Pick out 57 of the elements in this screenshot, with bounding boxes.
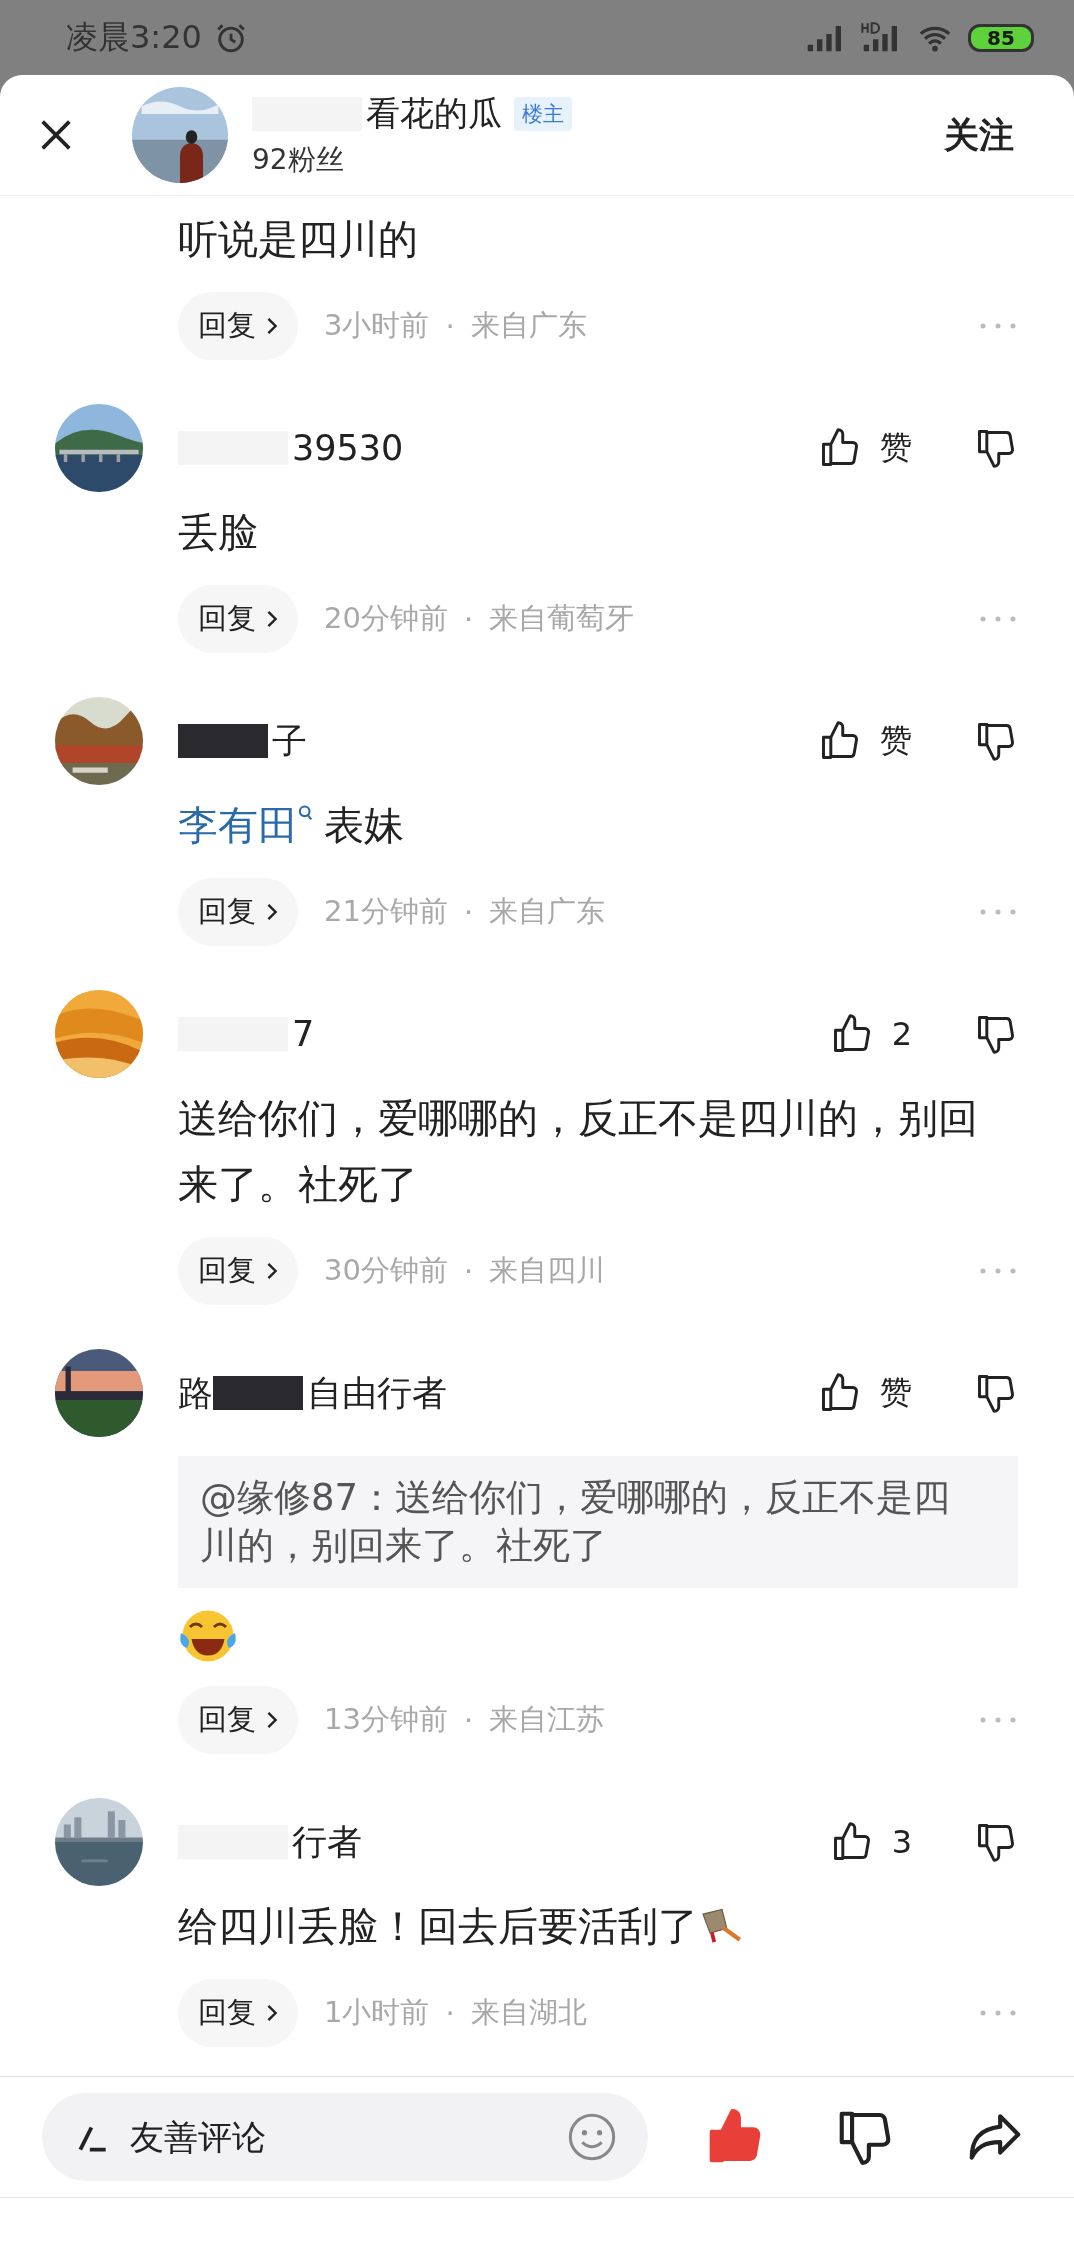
separator-dot: · — [463, 1254, 474, 1288]
comment-text: 丢脸 — [178, 508, 258, 557]
comment-field[interactable]: 友善评论 — [42, 2093, 648, 2181]
comment-location: 来自广东 — [489, 893, 606, 930]
comment-location: 来自湖北 — [470, 1994, 587, 2031]
comment-time: 3小时前 — [324, 307, 430, 344]
separator-dot: · — [445, 309, 455, 343]
user-name: 自由行者 — [307, 1371, 447, 1415]
like-button[interactable]: 3 — [829, 1820, 912, 1864]
battery-level: 85 — [987, 25, 1015, 50]
comment-text: 送给你们，爱哪哪的，反正不是四川的，别回来了。社死了 — [178, 1094, 979, 1209]
chevron-icon — [266, 1261, 278, 1281]
follow-button[interactable]: 关注 — [944, 111, 1014, 159]
quoted-comment: @缘修87：送给你们，爱哪哪的，反正不是四川的，别回来了。社死了 — [178, 1456, 1018, 1588]
clock-time: 凌晨3:20 — [66, 16, 202, 58]
comment-time: 1小时前 — [324, 1994, 430, 2031]
chevron-icon — [266, 1710, 278, 1730]
comment-text: 听说是四川的 — [178, 215, 418, 264]
user-name: 路 — [178, 1371, 213, 1415]
chevron-icon — [266, 316, 278, 336]
author-name: 看花的瓜 — [366, 92, 502, 135]
comment-input-field[interactable]: 友善评论 — [128, 2116, 566, 2158]
comment-time: 21分钟前 — [324, 893, 448, 930]
comment-text: 表妹 — [324, 801, 404, 850]
reply-button[interactable]: 回复 — [178, 585, 298, 653]
like-button[interactable]: 赞 — [818, 1371, 912, 1415]
author-badge: 楼主 — [514, 97, 572, 131]
comment-text: 给四川丢脸！回去后要活刮了 — [178, 1902, 698, 1951]
chevron-icon — [266, 609, 278, 629]
comment-location: 来自江苏 — [489, 1701, 606, 1738]
mention-link[interactable]: 李有田 — [178, 792, 298, 858]
user-name: 行者 — [292, 1820, 362, 1864]
comment-location: 来自葡萄牙 — [489, 600, 635, 637]
like-button[interactable]: 赞 — [818, 719, 912, 763]
user-name: 7 — [292, 1014, 315, 1054]
reply-button[interactable]: 回复 — [178, 1237, 298, 1305]
comment-location: 来自四川 — [489, 1252, 606, 1289]
user-name: 39530 — [292, 428, 404, 468]
separator-dot: · — [463, 895, 474, 929]
follower-count: 92粉丝 — [252, 142, 345, 178]
comment-location: 来自广东 — [470, 307, 587, 344]
comment-time: 20分钟前 — [324, 600, 448, 637]
separator-dot: · — [463, 602, 474, 636]
comment-time: 13分钟前 — [324, 1701, 448, 1738]
emoji-icon[interactable] — [566, 2111, 618, 2163]
comment-time: 30分钟前 — [324, 1252, 448, 1289]
separator-dot: · — [463, 1703, 474, 1737]
reply-button[interactable]: 回复 — [178, 878, 298, 946]
reply-button[interactable]: 回复 — [178, 292, 298, 360]
chevron-icon — [266, 2003, 278, 2023]
like-button[interactable]: 2 — [829, 1012, 912, 1056]
user-name: 子 — [272, 719, 307, 763]
separator-dot: · — [445, 1996, 455, 2030]
like-button[interactable]: 赞 — [818, 426, 912, 470]
reply-button[interactable]: 回复 — [178, 1686, 298, 1754]
reply-button[interactable]: 回复 — [178, 1979, 298, 2047]
chevron-icon — [266, 902, 278, 922]
